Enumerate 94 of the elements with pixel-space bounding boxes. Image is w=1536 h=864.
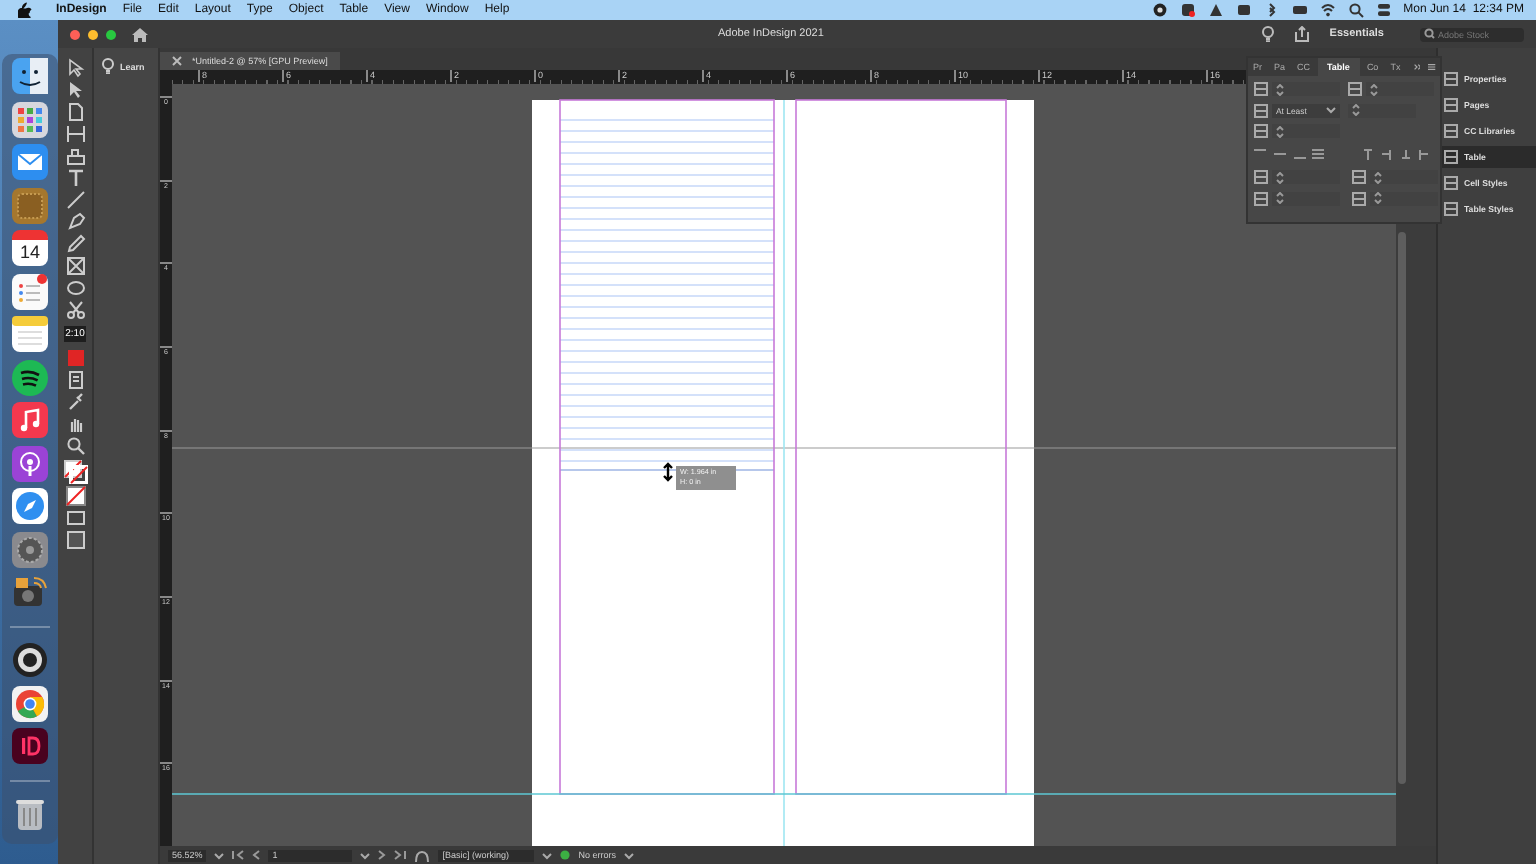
panel-icon [1444, 124, 1458, 138]
browser-rings-icon[interactable] [12, 685, 48, 721]
number-field[interactable] [1370, 170, 1438, 184]
previous-page-icon[interactable] [252, 850, 261, 860]
notepad-icon[interactable] [12, 316, 48, 352]
table-icon [1254, 103, 1268, 117]
table-icon [1254, 170, 1268, 184]
last-page-icon[interactable] [394, 850, 407, 860]
number-field[interactable] [1272, 170, 1340, 184]
minimize-button[interactable] [88, 29, 98, 39]
stepper-icon[interactable] [1276, 83, 1284, 95]
arrow-icon[interactable] [65, 58, 85, 79]
table-icon [1352, 170, 1366, 184]
caret-icon[interactable] [624, 851, 635, 859]
pen-icon[interactable] [65, 212, 85, 233]
alignment-icon[interactable] [1254, 148, 1326, 160]
table-icon [1254, 82, 1268, 96]
stepper-icon[interactable] [1276, 192, 1284, 204]
share-icon[interactable] [1293, 26, 1310, 42]
stepper-icon[interactable] [1369, 83, 1377, 95]
caret-icon[interactable] [542, 851, 553, 859]
first-page-icon[interactable] [232, 850, 245, 860]
caret-icon[interactable] [360, 851, 371, 859]
battery-icon[interactable] [1291, 2, 1308, 18]
camera-icon[interactable] [12, 574, 48, 610]
caret-icon[interactable] [214, 851, 225, 859]
indesign-icon[interactable] [12, 728, 48, 764]
eyedropper-icon[interactable] [65, 391, 85, 412]
page-icon[interactable] [65, 102, 85, 123]
apple-logo-icon[interactable] [18, 2, 32, 18]
preview-icon[interactable] [65, 530, 85, 551]
panel-icon [1444, 72, 1458, 86]
search-icon [1424, 28, 1438, 40]
calendar-app-icon[interactable]: 14 [12, 230, 48, 266]
scissors-icon[interactable] [65, 300, 85, 321]
number-field[interactable] [1272, 82, 1340, 96]
sound-waves-icon[interactable] [12, 359, 48, 395]
number-field[interactable] [1347, 103, 1415, 117]
table-icon [1352, 191, 1366, 205]
panel-icon [1444, 202, 1458, 216]
stepper-icon[interactable] [1374, 171, 1382, 183]
text-rotation-icon[interactable] [1362, 148, 1434, 160]
table-icon [1254, 191, 1268, 205]
stepper-icon[interactable] [1276, 125, 1284, 137]
wifi-icon[interactable] [1319, 2, 1336, 18]
caret-icon [1326, 106, 1336, 114]
home-icon[interactable] [132, 27, 148, 41]
line-icon[interactable] [65, 190, 85, 211]
number-field[interactable] [1365, 82, 1433, 96]
list-icon[interactable] [12, 273, 48, 309]
lightbulb-icon[interactable] [1261, 26, 1274, 42]
finder-icon[interactable] [12, 58, 48, 94]
number-field[interactable] [1370, 191, 1438, 205]
next-page-icon[interactable] [378, 850, 387, 860]
screen-mode-icon[interactable] [65, 508, 85, 529]
stepper-icon[interactable] [1276, 171, 1284, 183]
type-icon[interactable] [65, 168, 85, 189]
frame-icon[interactable] [65, 256, 85, 277]
panel-icon [1444, 150, 1458, 164]
table-icon [1254, 124, 1268, 138]
resize-cursor-icon [662, 462, 674, 482]
number-field[interactable] [1272, 124, 1340, 138]
bluetooth-icon[interactable] [1263, 2, 1280, 18]
pencil-icon[interactable] [65, 234, 85, 255]
expand-icon[interactable] [1413, 62, 1421, 72]
panel-icon [1444, 176, 1458, 190]
zoom-button[interactable] [106, 29, 116, 39]
arc-icon[interactable] [414, 849, 431, 861]
lightbulb-icon [102, 58, 114, 74]
circle-icon[interactable] [1151, 2, 1168, 18]
compass-icon[interactable] [12, 488, 48, 524]
stepper-icon[interactable] [1374, 192, 1382, 204]
trash-can-icon[interactable] [12, 796, 48, 832]
close-button[interactable] [70, 29, 80, 39]
number-field[interactable] [1272, 191, 1340, 205]
music-note-icon[interactable] [12, 402, 48, 438]
close-icon[interactable] [172, 56, 182, 66]
panel-icon [1444, 98, 1458, 112]
no-fill-icon[interactable] [65, 486, 85, 507]
magnifier-icon[interactable] [65, 435, 85, 456]
broadcast-icon[interactable] [12, 445, 48, 481]
search-icon[interactable] [1347, 2, 1364, 18]
status-dot-icon [560, 850, 571, 860]
gear-icon[interactable] [12, 531, 48, 567]
table-icon [1347, 82, 1361, 96]
fill-stroke-swatch-icon[interactable] [63, 459, 87, 483]
note-icon[interactable] [65, 369, 85, 390]
ellipse-icon[interactable] [65, 278, 85, 299]
arrow-icon[interactable] [65, 80, 85, 101]
envelope-icon[interactable] [12, 144, 48, 180]
aperture-icon[interactable] [12, 642, 48, 678]
control-center-icon[interactable] [1375, 2, 1392, 18]
stepper-icon[interactable] [1351, 104, 1359, 116]
grid-icon[interactable] [12, 101, 48, 137]
